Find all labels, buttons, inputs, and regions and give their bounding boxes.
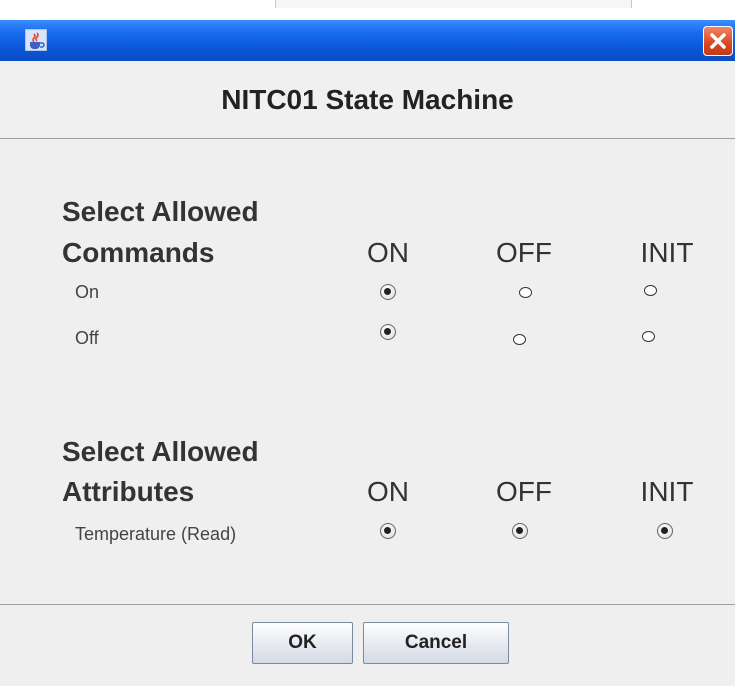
ok-button[interactable]: OK <box>252 622 353 664</box>
background-window-edge <box>275 0 632 8</box>
java-cup-icon <box>25 29 47 51</box>
radio-off-off[interactable] <box>513 334 526 345</box>
commands-title-line1: Select Allowed <box>62 196 259 227</box>
commands-col-init: INIT <box>640 237 694 268</box>
radio-on-on[interactable] <box>380 284 396 300</box>
title-bar[interactable] <box>0 20 735 61</box>
attributes-col-on: ON <box>367 476 409 507</box>
dialog-content: Select Allowed Commands ON OFF INIT On O… <box>0 139 735 605</box>
commands-col-off: OFF <box>496 237 552 268</box>
close-x-icon <box>710 33 726 49</box>
state-machine-dialog: NITC01 State Machine Select Allowed Comm… <box>0 20 735 686</box>
attributes-title-line2: Attributes <box>62 476 195 507</box>
radio-temp-on[interactable] <box>380 523 396 539</box>
dialog-title: NITC01 State Machine <box>221 84 514 115</box>
cancel-button[interactable]: Cancel <box>363 622 509 664</box>
command-row-label-off: Off <box>75 328 99 348</box>
attributes-title-line1: Select Allowed <box>62 436 259 467</box>
radio-on-init[interactable] <box>644 285 657 296</box>
radio-temp-init[interactable] <box>657 523 673 539</box>
radio-off-init[interactable] <box>642 331 655 342</box>
radio-temp-off[interactable] <box>512 523 528 539</box>
radio-on-off[interactable] <box>519 287 532 298</box>
attribute-row-label-temperature: Temperature (Read) <box>75 524 237 544</box>
dialog-header: NITC01 State Machine <box>0 61 735 139</box>
attributes-col-off: OFF <box>496 476 552 507</box>
close-button[interactable] <box>703 26 733 56</box>
commands-col-on: ON <box>367 237 409 268</box>
command-row-label-on: On <box>75 282 100 302</box>
radio-off-on[interactable] <box>380 324 396 340</box>
attributes-col-init: INIT <box>640 476 694 507</box>
commands-title-line2: Commands <box>62 237 215 268</box>
